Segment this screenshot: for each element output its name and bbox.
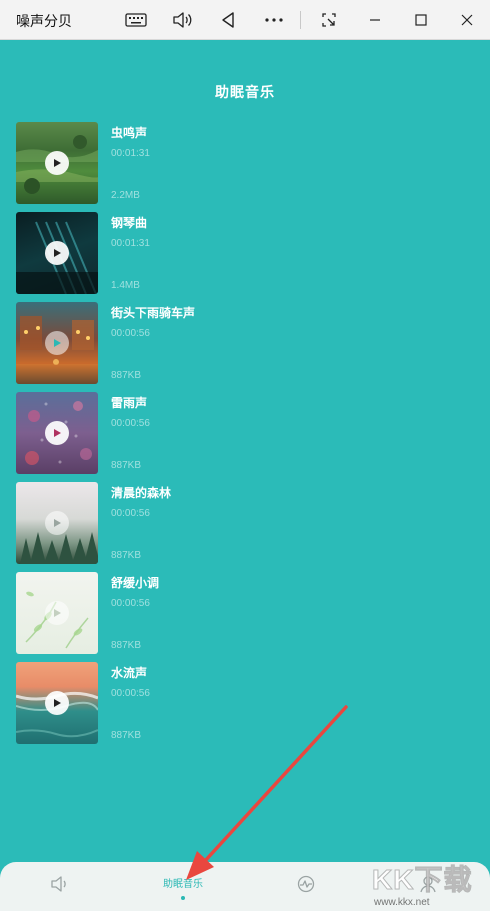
track-size: 887KB xyxy=(111,370,142,381)
track-item[interactable]: 清晨的森林 00:00:56 887KB xyxy=(16,482,476,564)
nav-label-sleep-music: 助眠音乐 xyxy=(163,879,203,890)
volume-icon[interactable] xyxy=(167,6,197,34)
track-duration: 00:00:56 xyxy=(111,598,150,609)
track-duration: 00:00:56 xyxy=(111,328,150,339)
nav-item-noise[interactable] xyxy=(40,862,80,911)
track-thumbnail-soft-melody xyxy=(16,572,98,654)
window-titlebar: 噪声分贝 xyxy=(0,0,490,40)
nav-item-sleep-music[interactable]: 助眠音乐 xyxy=(150,862,216,911)
track-size: 887KB xyxy=(111,640,142,651)
maximize-icon[interactable] xyxy=(406,6,436,34)
track-size: 2.2MB xyxy=(111,190,140,201)
track-size: 887KB xyxy=(111,550,142,561)
track-size: 887KB xyxy=(111,730,142,741)
watermark-url: www.kkx.net xyxy=(374,897,430,908)
track-name: 水流声 xyxy=(111,666,148,680)
track-item[interactable]: 水流声 00:00:56 887KB xyxy=(16,662,476,744)
keyboard-icon[interactable] xyxy=(121,6,151,34)
track-name: 雷雨声 xyxy=(111,396,148,410)
track-thumbnail-thunderstorm xyxy=(16,392,98,474)
track-name: 舒缓小调 xyxy=(111,576,160,590)
track-size: 887KB xyxy=(111,460,142,471)
titlebar-divider xyxy=(300,11,301,29)
track-item[interactable]: 街头下雨骑车声 00:00:56 887KB xyxy=(16,302,476,384)
track-item[interactable]: 钢琴曲 00:01:31 1.4MB xyxy=(16,212,476,294)
more-icon[interactable] xyxy=(259,6,289,34)
track-duration: 00:00:56 xyxy=(111,688,150,699)
app-title: 噪声分贝 xyxy=(16,13,72,29)
close-icon[interactable] xyxy=(452,6,482,34)
watermark-logo: KK下载 xyxy=(371,864,473,896)
screenshot-icon[interactable] xyxy=(314,6,344,34)
track-name: 虫鸣声 xyxy=(111,126,148,140)
track-duration: 00:00:56 xyxy=(111,418,150,429)
nav-item-analysis[interactable] xyxy=(286,862,326,911)
minimize-icon[interactable] xyxy=(360,6,390,34)
play-button[interactable] xyxy=(45,691,69,715)
track-size: 1.4MB xyxy=(111,280,140,291)
track-thumbnail-rainy-street xyxy=(16,302,98,384)
track-thumbnail-water xyxy=(16,662,98,744)
track-item[interactable]: 虫鸣声 00:01:31 2.2MB xyxy=(16,122,476,204)
play-button[interactable] xyxy=(45,241,69,265)
track-thumbnail-piano xyxy=(16,212,98,294)
track-duration: 00:01:31 xyxy=(111,148,150,159)
track-duration: 00:00:56 xyxy=(111,508,150,519)
track-name: 清晨的森林 xyxy=(111,486,172,500)
play-button[interactable] xyxy=(45,511,69,535)
play-button[interactable] xyxy=(45,421,69,445)
page-title: 助眠音乐 xyxy=(215,84,275,100)
track-item[interactable]: 舒缓小调 00:00:56 887KB xyxy=(16,572,476,654)
track-name: 街头下雨骑车声 xyxy=(111,306,196,320)
track-duration: 00:01:31 xyxy=(111,238,150,249)
back-icon[interactable] xyxy=(213,6,243,34)
track-name: 钢琴曲 xyxy=(111,216,148,230)
track-thumbnail-insects xyxy=(16,122,98,204)
waveform-icon xyxy=(297,875,315,898)
play-button[interactable] xyxy=(45,331,69,355)
track-thumbnail-forest xyxy=(16,482,98,564)
track-item[interactable]: 雷雨声 00:00:56 887KB xyxy=(16,392,476,474)
active-indicator-dot xyxy=(181,896,185,900)
play-button[interactable] xyxy=(45,151,69,175)
play-button[interactable] xyxy=(45,601,69,625)
speaker-icon xyxy=(50,875,70,898)
